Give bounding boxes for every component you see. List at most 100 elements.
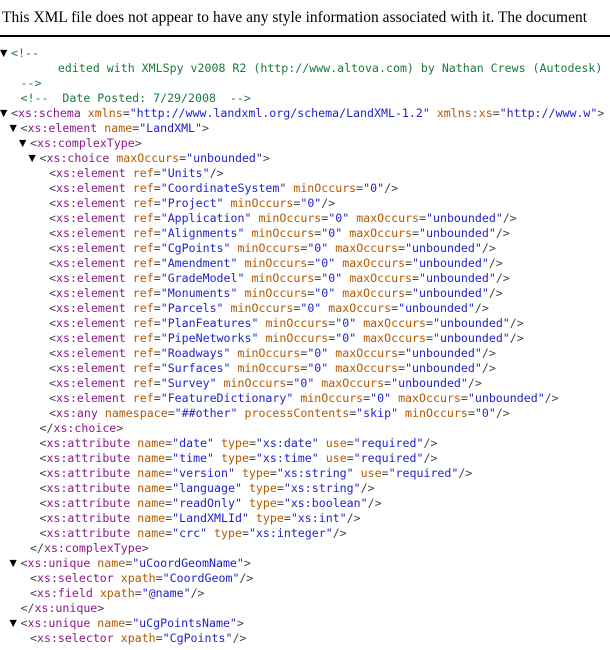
xml-tag-name: xs:complexType [36, 136, 135, 150]
xml-attribute-name: use [325, 451, 347, 465]
xml-tree-line[interactable]: <xs:attribute name="date" type="xs:date"… [0, 436, 610, 451]
xml-tree-line[interactable]: <xs:element ref="Application" minOccurs=… [0, 211, 610, 226]
xml-tree-line[interactable]: <!-- Date Posted: 7/29/2008 --> [0, 91, 610, 106]
attr-space [126, 316, 133, 330]
xml-tree-line[interactable]: <xs:attribute name="crc" type="xs:intege… [0, 526, 610, 541]
xml-tree-line[interactable]: <xs:attribute name="readOnly" type="xs:b… [0, 496, 610, 511]
xml-tree-line[interactable]: <xs:element ref="Parcels" minOccurs="0" … [0, 301, 610, 316]
angle-close: /> [495, 226, 510, 240]
angle-close: /> [332, 526, 347, 540]
xml-tree-line[interactable]: <xs:element ref="CgPoints" minOccurs="0"… [0, 241, 610, 256]
xml-tag-name: xs:element [55, 301, 126, 315]
xml-tree-line[interactable]: --> [0, 76, 610, 91]
xml-tag-name: xs:element [55, 256, 126, 270]
xml-tag-name: xs:element [55, 286, 126, 300]
xml-attribute-name: minOccurs [230, 301, 294, 315]
xml-tree-line[interactable]: ▼ <xs:complexType> [0, 136, 610, 151]
xml-tree-line[interactable]: <xs:selector xpath="CgPoints"/> [0, 631, 610, 646]
xml-tree-line[interactable]: ▼ <!-- [0, 46, 610, 61]
xml-tree-line[interactable]: ▼ <xs:schema xmlns="http://www.landxml.or… [0, 106, 610, 121]
xml-tree-line[interactable]: ▼ <xs:element name="LandXML"> [0, 121, 610, 136]
xml-tree-line[interactable]: <xs:element ref="Survey" minOccurs="0" m… [0, 376, 610, 391]
xml-attribute-name: minOccurs [251, 226, 315, 240]
xml-tree-line[interactable]: <xs:field xpath="@name"/> [0, 586, 610, 601]
attr-equals: = [276, 496, 284, 510]
xml-attribute-name: minOccurs [230, 196, 294, 210]
xml-comment: --> [20, 76, 42, 90]
expand-collapse-triangle-icon[interactable]: ▼ [10, 616, 21, 631]
xml-tree-line[interactable]: <xs:element ref="Units"/> [0, 166, 610, 181]
xml-attribute-value: "0" [307, 361, 329, 375]
xml-tree-line[interactable]: ▼ <xs:unique name="uCoordGeomName"> [0, 556, 610, 571]
attr-space [126, 241, 133, 255]
xml-tree-line[interactable]: ▼ <xs:unique name="uCgPointsName"> [0, 616, 610, 631]
xml-tree-line[interactable]: <xs:any namespace="##other" processConte… [0, 406, 610, 421]
xml-attribute-value: "skip" [356, 406, 399, 420]
expand-collapse-triangle-icon[interactable]: ▼ [29, 151, 40, 166]
xml-tree-line[interactable]: <xs:element ref="GradeModel" minOccurs="… [0, 271, 610, 286]
angle-open: < [49, 226, 56, 240]
xml-tree-line[interactable]: <xs:element ref="FeatureDictionary" minO… [0, 391, 610, 406]
xml-tree-line[interactable]: <xs:element ref="Surfaces" minOccurs="0"… [0, 361, 610, 376]
xml-attribute-name: minOccurs [265, 331, 329, 345]
expand-collapse-triangle-icon[interactable]: ▼ [0, 46, 11, 61]
xml-attribute-value: "unbounded" [405, 346, 482, 360]
xml-tag-name: xs:attribute [46, 496, 131, 510]
angle-close: /> [232, 631, 247, 645]
xml-attribute-value: "unbounded" [426, 211, 503, 225]
attr-space [224, 196, 231, 210]
expand-collapse-triangle-icon[interactable]: ▼ [0, 106, 11, 121]
attr-space [126, 271, 133, 285]
xml-attribute-value: "unbounded" [433, 316, 510, 330]
xml-tree-line[interactable]: <xs:element ref="CoordinateSystem" minOc… [0, 181, 610, 196]
attr-equals: = [153, 301, 161, 315]
xml-attribute-value: "PlanFeatures" [160, 316, 259, 330]
xml-attribute-value: "required" [388, 466, 459, 480]
xml-attribute-name: minOccurs [237, 241, 301, 255]
expand-collapse-triangle-icon[interactable]: ▼ [10, 121, 21, 136]
angle-open: < [30, 136, 37, 150]
xml-tree-line[interactable]: </xs:unique> [0, 601, 610, 616]
xml-attribute-value: "Surfaces" [160, 361, 231, 375]
angle-close: /> [481, 241, 496, 255]
attr-space [126, 256, 133, 270]
xml-tree-line[interactable]: <xs:element ref="Monuments" minOccurs="0… [0, 286, 610, 301]
xml-tree-line[interactable]: <xs:attribute name="LandXMLId" type="xs:… [0, 511, 610, 526]
xml-tag-name: xs:attribute [46, 451, 131, 465]
attr-space [224, 301, 231, 315]
xml-tree-line[interactable]: <xs:attribute name="time" type="xs:time"… [0, 451, 610, 466]
xml-tree-line[interactable]: <xs:element ref="Alignments" minOccurs="… [0, 226, 610, 241]
xml-tree-line[interactable]: <xs:element ref="PipeNetworks" minOccurs… [0, 331, 610, 346]
xml-tag-name: xs:complexType [43, 541, 142, 555]
xml-tree-line[interactable]: <xs:attribute name="language" type="xs:s… [0, 481, 610, 496]
xml-tree-line[interactable]: </xs:complexType> [0, 541, 610, 556]
angle-close: /> [495, 406, 510, 420]
xml-attribute-name: ref [132, 331, 154, 345]
xml-tree-line[interactable]: <xs:element ref="PlanFeatures" minOccurs… [0, 316, 610, 331]
xml-tree-line[interactable]: <xs:element ref="Project" minOccurs="0"/… [0, 196, 610, 211]
angle-close: /> [488, 286, 503, 300]
xml-tree-line[interactable]: </xs:choice> [0, 421, 610, 436]
xml-tag-name: xs:element [55, 346, 126, 360]
xml-tree-line[interactable]: <xs:element ref="Roadways" minOccurs="0"… [0, 346, 610, 361]
attr-equals: = [167, 406, 175, 420]
xml-tree-line[interactable]: <xs:attribute name="version" type="xs:st… [0, 466, 610, 481]
xml-tree-line[interactable]: edited with XMLSpy v2008 R2 (http://www.… [0, 61, 610, 76]
expand-collapse-triangle-icon[interactable]: ▼ [19, 136, 30, 151]
expand-collapse-triangle-icon[interactable]: ▼ [10, 556, 21, 571]
xml-tag-name: xs:field [36, 586, 93, 600]
xml-attribute-value: "required" [353, 451, 424, 465]
attr-space [126, 196, 133, 210]
xml-tree-line[interactable]: <xs:element ref="Amendment" minOccurs="0… [0, 256, 610, 271]
xml-tree-line[interactable]: ▼ <xs:choice maxOccurs="unbounded"> [0, 151, 610, 166]
xml-tag-name: xs:attribute [46, 511, 131, 525]
xml-attribute-name: minOccurs [244, 286, 308, 300]
angle-open: < [49, 256, 56, 270]
xml-attribute-name: maxOccurs [335, 361, 399, 375]
attr-space [126, 391, 133, 405]
xml-tree-view[interactable]: ▼ <!-- edited with XMLSpy v2008 R2 (http:… [0, 37, 610, 646]
xml-tree-line[interactable]: <xs:selector xpath="CoordGeom"/> [0, 571, 610, 586]
attr-space [126, 166, 133, 180]
xml-attribute-value: "http://www.landxml.org/schema/LandXML-1… [129, 106, 430, 120]
angle-open: < [30, 586, 37, 600]
